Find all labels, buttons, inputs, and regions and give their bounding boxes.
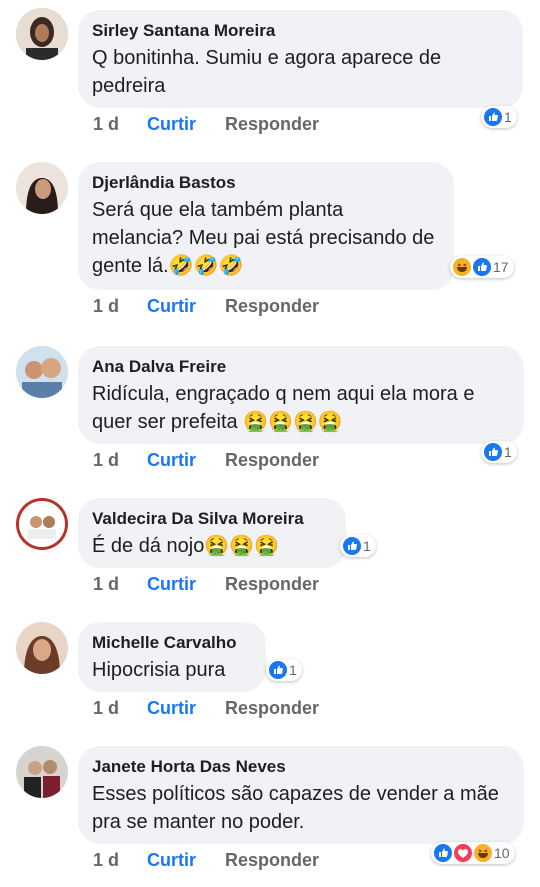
like-button[interactable]: Curtir [147, 698, 225, 719]
like-icon [269, 661, 287, 679]
comment-bubble: Michelle Carvalho Hipocrisia pura [78, 622, 266, 692]
like-button[interactable]: Curtir [147, 574, 225, 595]
reply-button[interactable]: Responder [225, 450, 319, 471]
reaction-count: 1 [504, 444, 512, 460]
love-icon [454, 844, 472, 862]
comment-actions: 1 d Curtir Responder [93, 850, 319, 871]
comment-text: Ridícula, engraçado q nem aqui ela mora … [92, 383, 475, 433]
comment-text: Será que ela também planta melancia? Meu… [92, 199, 435, 277]
comment-actions: 1 d Curtir Responder [93, 114, 319, 135]
reply-button[interactable]: Responder [225, 114, 319, 135]
reply-button[interactable]: Responder [225, 296, 319, 317]
comment-bubble: Sirley Santana Moreira Q bonitinha. Sumi… [78, 10, 523, 108]
avatar[interactable] [16, 622, 68, 674]
reaction-count: 10 [494, 845, 510, 861]
timestamp[interactable]: 1 d [93, 850, 147, 871]
reaction-count: 17 [493, 259, 509, 275]
like-button[interactable]: Curtir [147, 296, 225, 317]
timestamp[interactable]: 1 d [93, 296, 147, 317]
like-icon [434, 844, 452, 862]
reaction-count: 1 [289, 662, 297, 678]
reaction-summary[interactable]: 1 [481, 441, 517, 463]
reaction-summary[interactable]: 10 [431, 842, 515, 864]
comment-text: Esses políticos são capazes de vender a … [92, 783, 499, 833]
comment-author[interactable]: Ana Dalva Freire [92, 356, 508, 378]
reaction-summary[interactable]: 17 [450, 256, 514, 278]
comment-bubble: Djerlândia Bastos Será que ela também pl… [78, 162, 454, 290]
reaction-count: 1 [363, 538, 371, 554]
reply-button[interactable]: Responder [225, 698, 319, 719]
comment-actions: 1 d Curtir Responder [93, 698, 319, 719]
avatar[interactable] [16, 8, 68, 60]
comment-actions: 1 d Curtir Responder [93, 296, 319, 317]
comment-actions: 1 d Curtir Responder [93, 450, 319, 471]
reaction-summary[interactable]: 1 [481, 106, 517, 128]
like-button[interactable]: Curtir [147, 114, 225, 135]
like-icon [343, 537, 361, 555]
comment-author[interactable]: Djerlândia Bastos [92, 172, 438, 194]
like-icon [484, 108, 502, 126]
reaction-count: 1 [504, 109, 512, 125]
avatar[interactable] [16, 498, 68, 550]
emoji-nauseated-icon: 🤮🤮🤮 [204, 535, 280, 557]
like-icon [484, 443, 502, 461]
haha-icon [453, 258, 471, 276]
comment-bubble: Valdecira Da Silva Moreira É de dá nojo🤮… [78, 498, 346, 568]
comment-author[interactable]: Michelle Carvalho [92, 632, 250, 654]
comment-author[interactable]: Janete Horta Das Neves [92, 756, 508, 778]
like-button[interactable]: Curtir [147, 450, 225, 471]
reply-button[interactable]: Responder [225, 574, 319, 595]
timestamp[interactable]: 1 d [93, 114, 147, 135]
comment-actions: 1 d Curtir Responder [93, 574, 319, 595]
avatar[interactable] [16, 746, 68, 798]
timestamp[interactable]: 1 d [93, 574, 147, 595]
comment-bubble: Janete Horta Das Neves Esses políticos s… [78, 746, 524, 844]
comment-author[interactable]: Sirley Santana Moreira [92, 20, 507, 42]
emoji-nauseated-icon: 🤮🤮🤮🤮 [243, 411, 343, 433]
like-button[interactable]: Curtir [147, 850, 225, 871]
comment-text: É de dá nojo🤮🤮🤮 [92, 535, 280, 557]
comment-bubble: Ana Dalva Freire Ridícula, engraçado q n… [78, 346, 524, 444]
comment-author[interactable]: Valdecira Da Silva Moreira [92, 508, 330, 530]
timestamp[interactable]: 1 d [93, 450, 147, 471]
comment-text: Q bonitinha. Sumiu e agora aparece de pe… [92, 47, 442, 97]
reply-button[interactable]: Responder [225, 850, 319, 871]
haha-icon [474, 844, 492, 862]
emoji-laughing-icon: 🤣🤣🤣 [168, 255, 244, 277]
avatar[interactable] [16, 346, 68, 398]
reaction-summary[interactable]: 1 [340, 535, 376, 557]
comment-text: Hipocrisia pura [92, 659, 226, 681]
like-icon [473, 258, 491, 276]
avatar[interactable] [16, 162, 68, 214]
reaction-summary[interactable]: 1 [266, 659, 302, 681]
timestamp[interactable]: 1 d [93, 698, 147, 719]
